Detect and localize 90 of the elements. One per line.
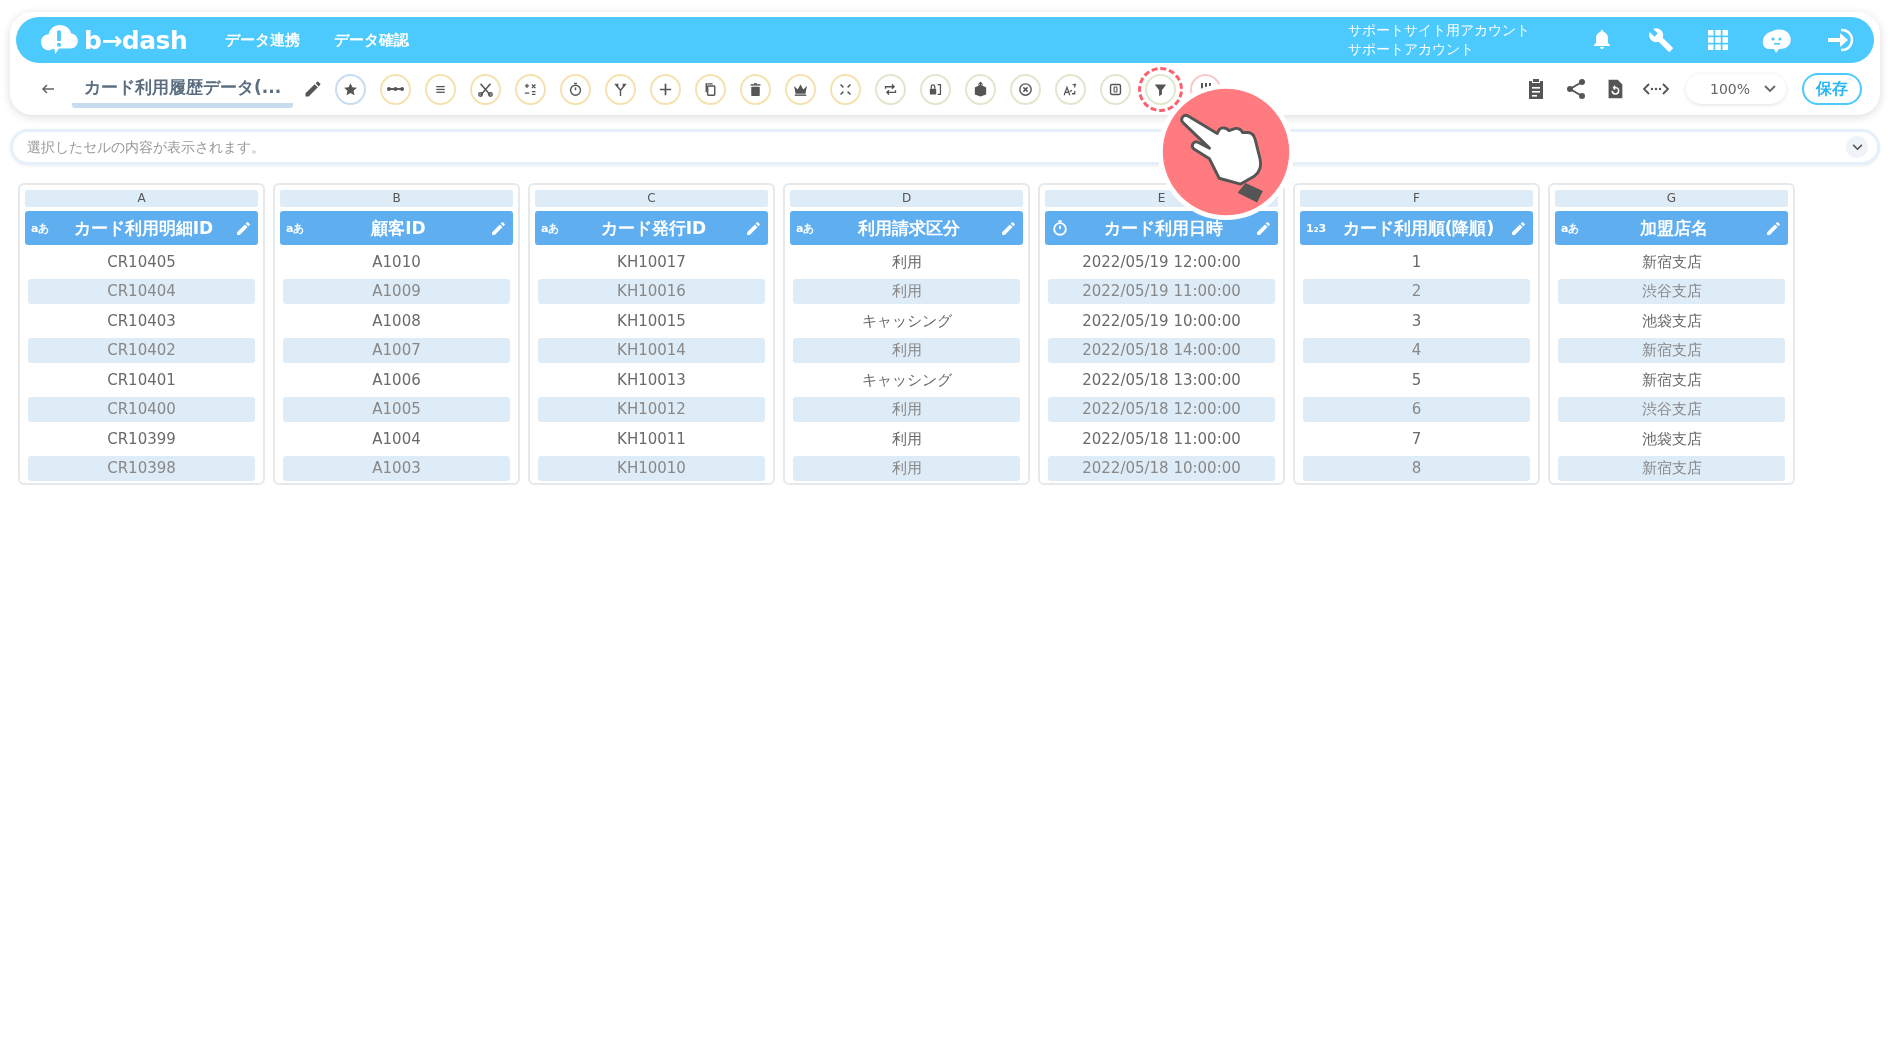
column-header[interactable]: 1₂3 カード利用順(降順) [1300,211,1533,245]
column-letter: D [790,190,1023,207]
table-cell[interactable]: 2022/05/18 14:00:00 [1048,338,1275,363]
column-letter: G [1555,190,1788,207]
table-cell[interactable]: A1004 [283,426,510,452]
table-cell[interactable]: KH10014 [538,338,765,363]
table-cell[interactable]: 2022/05/19 10:00:00 [1048,308,1275,334]
table-cell[interactable]: 2022/05/18 13:00:00 [1048,367,1275,393]
table-cell[interactable]: 新宿支店 [1558,249,1785,275]
table-cell[interactable]: 新宿支店 [1558,456,1785,481]
table-cell[interactable]: 2022/05/19 11:00:00 [1048,279,1275,304]
table-cell[interactable]: A1006 [283,367,510,393]
table-cell[interactable]: KH10017 [538,249,765,275]
table-cell[interactable]: 池袋支店 [1558,426,1785,452]
type-label: aあ [31,220,50,236]
table-cell[interactable]: 利用 [793,397,1020,422]
type-label: aあ [286,220,305,236]
column-header[interactable]: aあ カード利用明細ID [25,211,258,245]
table-cell[interactable]: 2022/05/18 10:00:00 [1048,456,1275,481]
table-cell[interactable]: 渋谷支店 [1558,397,1785,422]
table-cell[interactable]: KH10010 [538,456,765,481]
type-label: aあ [541,220,560,236]
column-letter: C [535,190,768,207]
column-name: カード発行ID [599,216,708,240]
table-cell[interactable]: 8 [1303,456,1530,481]
column-name: カード利用明細ID [72,216,215,240]
table-cell[interactable]: A1003 [283,456,510,481]
column-header[interactable]: aあ 顧客ID [280,211,513,245]
column-header[interactable]: aあ 加盟店名 [1555,211,1788,245]
nav-link[interactable]: データ確認 [330,28,414,52]
table-cell[interactable]: CR10402 [28,338,255,363]
column-letter: A [25,190,258,207]
table-cell[interactable]: KH10012 [538,397,765,422]
table-cell[interactable]: 池袋支店 [1558,308,1785,334]
column-name: カード利用順(降順) [1341,216,1496,240]
table-cell[interactable]: 利用 [793,338,1020,363]
type-label: aあ [1561,220,1580,236]
table-cell[interactable]: KH10015 [538,308,765,334]
account-name: サポートサイト用アカウント [1348,21,1530,40]
type-label: aあ [796,220,815,236]
account-name: サポートアカウント [1348,40,1475,59]
table-cell[interactable]: 6 [1303,397,1530,422]
table-cell[interactable]: A1007 [283,338,510,363]
table-cell[interactable]: 2022/05/18 11:00:00 [1048,426,1275,452]
column-name: カード利用日時 [1103,216,1224,240]
table-cell[interactable]: キャッシング [793,367,1020,393]
column-header[interactable]: aあ 利用請求区分 [790,211,1023,245]
table-cell[interactable]: A1005 [283,397,510,422]
table-cell[interactable]: 2022/05/18 12:00:00 [1048,397,1275,422]
table-cell[interactable]: CR10403 [28,308,255,334]
table-cell[interactable]: KH10011 [538,426,765,452]
type-label: 1₂3 [1306,221,1327,235]
table-cell[interactable]: キャッシング [793,308,1020,334]
table-cell[interactable]: 2022/05/19 12:00:00 [1048,249,1275,275]
column-name: 顧客ID [370,216,427,240]
table-cell[interactable]: KH10013 [538,367,765,393]
column-name: 加盟店名 [1638,216,1709,240]
table-cell[interactable]: A1009 [283,279,510,304]
zoom-select[interactable]: 100% [1686,74,1786,104]
table-cell[interactable]: 利用 [793,279,1020,304]
table-cell[interactable]: 2 [1303,279,1530,304]
cell-content-field[interactable]: 選択したセルの内容が表示されます。 [10,129,1880,165]
table-cell[interactable]: CR10399 [28,426,255,452]
table-cell[interactable]: 利用 [793,249,1020,275]
table-cell[interactable]: 利用 [793,426,1020,452]
column-letter: F [1300,190,1533,207]
table-cell[interactable]: CR10398 [28,456,255,481]
table-cell[interactable]: 渋谷支店 [1558,279,1785,304]
save-button[interactable]: 保存 [1802,73,1862,105]
column-name: 利用請求区分 [856,216,961,240]
table-cell[interactable]: 7 [1303,426,1530,452]
table-cell[interactable]: CR10405 [28,249,255,275]
table-cell[interactable]: 5 [1303,367,1530,393]
document-title[interactable]: カード利用履歴データ(... [72,76,294,108]
table-cell[interactable]: 利用 [793,456,1020,481]
table-cell[interactable]: 新宿支店 [1558,338,1785,363]
column-letter: B [280,190,513,207]
nav-link[interactable]: データ連携 [221,28,305,52]
table-cell[interactable]: 新宿支店 [1558,367,1785,393]
table-cell[interactable]: A1010 [283,249,510,275]
table-cell[interactable]: A1008 [283,308,510,334]
table-cell[interactable]: CR10404 [28,279,255,304]
table-cell[interactable]: 1 [1303,249,1530,275]
logo-text: b→dash [84,25,188,55]
column-header[interactable]: aあ カード発行ID [535,211,768,245]
table-cell[interactable]: KH10016 [538,279,765,304]
table-cell[interactable]: 3 [1303,308,1530,334]
table-cell[interactable]: CR10401 [28,367,255,393]
table-cell[interactable]: CR10400 [28,397,255,422]
table-cell[interactable]: 4 [1303,338,1530,363]
